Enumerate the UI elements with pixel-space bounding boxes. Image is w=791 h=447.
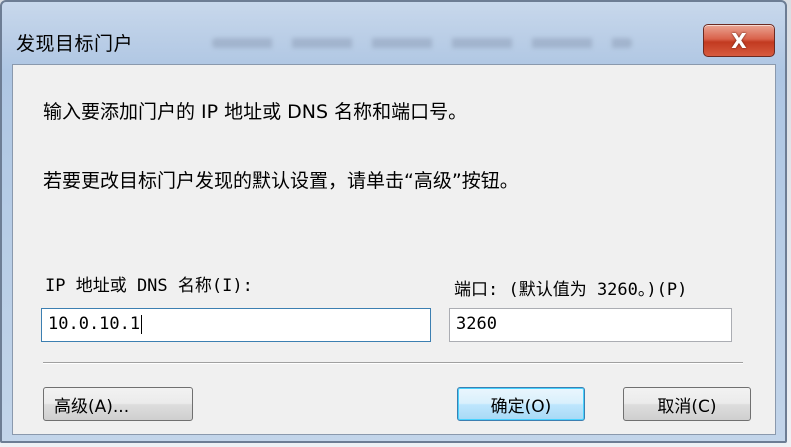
close-button[interactable]: X: [703, 24, 775, 57]
cancel-button[interactable]: 取消(C): [623, 387, 751, 421]
instruction-text: 输入要添加门户的 IP 地址或 DNS 名称和端口号。: [43, 101, 468, 123]
text-caret: [141, 314, 143, 334]
port-value: 3260: [456, 314, 497, 334]
port-label: 端口: (默认值为 3260。)(P): [454, 280, 688, 300]
dialog-body: 输入要添加门户的 IP 地址或 DNS 名称和端口号。 若要更改目标门户发现的默…: [12, 64, 776, 435]
dialog-window: 发现目标门户 X 输入要添加门户的 IP 地址或 DNS 名称和端口号。 若要更…: [0, 0, 787, 443]
ok-button[interactable]: 确定(O): [457, 387, 585, 421]
ip-address-label: IP 地址或 DNS 名称(I):: [45, 276, 253, 296]
close-icon: X: [731, 28, 747, 53]
window-title: 发现目标门户: [16, 33, 134, 55]
advanced-hint-text: 若要更改目标门户发现的默认设置，请单击“高级”按钮。: [43, 170, 519, 192]
blurred-background-text: [212, 38, 632, 48]
port-input[interactable]: 3260: [449, 308, 732, 342]
separator-line: [43, 362, 743, 364]
ip-address-input[interactable]: 10.0.10.1: [41, 308, 431, 342]
advanced-button[interactable]: 高级(A)...: [43, 387, 193, 421]
ip-address-value: 10.0.10.1: [48, 314, 141, 334]
title-bar[interactable]: 发现目标门户 X: [2, 2, 785, 64]
